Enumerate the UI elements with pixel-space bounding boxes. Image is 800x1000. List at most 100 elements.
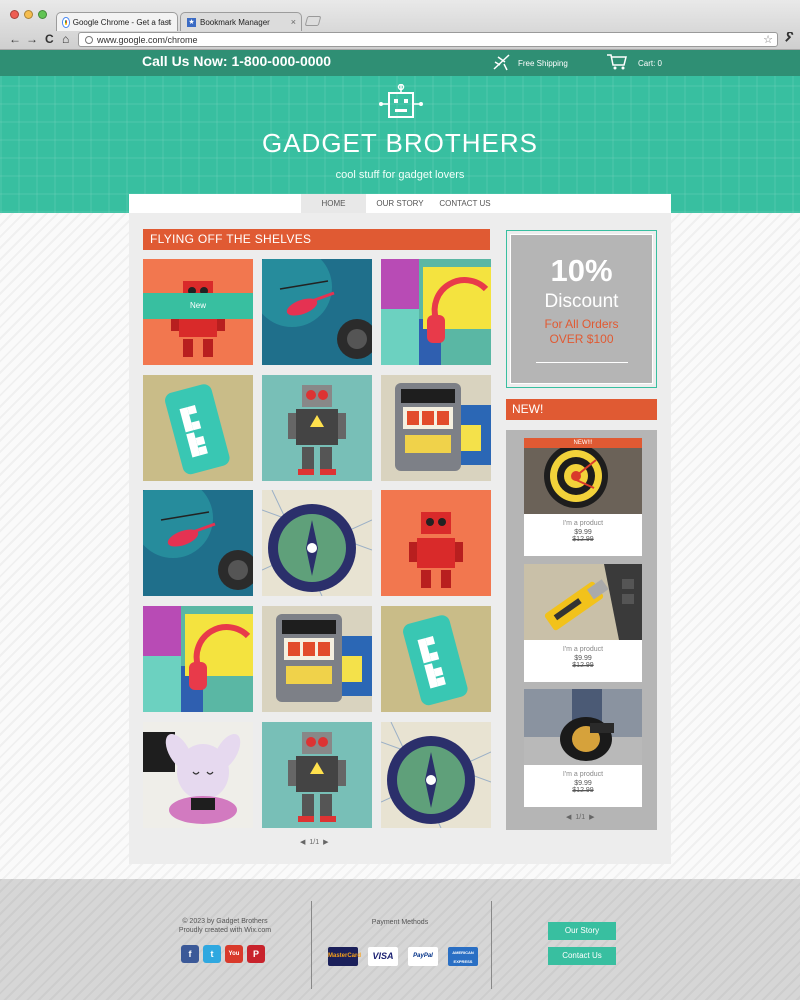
address-bar[interactable]: www.google.com/chrome ☆: [78, 32, 778, 47]
product-tile[interactable]: New: [143, 259, 253, 365]
tab-close-icon[interactable]: ×: [291, 17, 296, 27]
product-price: $9.99: [574, 780, 592, 787]
product-card[interactable]: I'm a product $9.99 $12.99: [524, 564, 642, 682]
product-old-price: $12.99: [572, 787, 594, 794]
product-old-price: $12.99: [572, 662, 594, 669]
bunny-figurine-image: [143, 722, 253, 828]
tab-bookmark-manager[interactable]: ★ Bookmark Manager ×: [180, 12, 302, 31]
page-indicator: 1/1: [309, 838, 320, 846]
prev-page-icon[interactable]: ◀: [566, 813, 571, 821]
pinterest-icon[interactable]: P: [247, 945, 265, 963]
product-tile[interactable]: [143, 606, 253, 712]
divider: [536, 362, 628, 363]
our-story-button[interactable]: Our Story: [548, 922, 616, 940]
copyright: © 2023 by Gadget Brothers Proudly create…: [150, 917, 300, 935]
product-tile[interactable]: [262, 490, 372, 596]
cart-icon: [606, 53, 628, 73]
product-tile[interactable]: [143, 490, 253, 596]
nav-item-our-story[interactable]: OUR STORY: [371, 194, 429, 213]
nav-item-home[interactable]: HOME: [301, 194, 366, 213]
site-footer: © 2023 by Gadget Brothers Proudly create…: [0, 879, 800, 1000]
window-controls: [10, 10, 47, 19]
bookmark-star-icon: ★: [187, 17, 196, 27]
product-name: I'm a product: [562, 520, 604, 527]
facebook-icon[interactable]: f: [181, 945, 199, 963]
gallery-pager: ◀ 1/1 ▶: [300, 838, 329, 847]
credit-text: Proudly created with Wix.com: [178, 927, 272, 934]
minimize-window-button[interactable]: [24, 10, 33, 19]
top-info-bar: Call Us Now: 1-800-000-0000 Free Shippin…: [0, 50, 800, 76]
product-tile[interactable]: [262, 606, 372, 712]
product-tile[interactable]: [262, 259, 372, 365]
product-price: $9.99: [574, 655, 592, 662]
amex-icon: AMERICAN EXPRESS: [448, 947, 478, 966]
product-name: I'm a product: [562, 646, 604, 653]
slot-machine-image: [262, 606, 372, 712]
product-tile[interactable]: [143, 722, 253, 828]
nav-item-contact-us[interactable]: CONTACT US: [434, 194, 496, 213]
product-tile[interactable]: [262, 722, 372, 828]
product-price: $9.99: [574, 529, 592, 536]
helicopter-image: [143, 490, 253, 596]
twitter-icon[interactable]: t: [203, 945, 221, 963]
product-tile[interactable]: [381, 490, 491, 596]
new-tab-button[interactable]: [304, 16, 322, 26]
copyright-text: © 2023 by Gadget Brothers: [182, 918, 268, 925]
discount-line-1: For All Orders: [544, 317, 619, 331]
forward-arrow-icon[interactable]: →: [26, 32, 38, 46]
new-section-title: NEW!: [506, 399, 657, 420]
zoom-window-button[interactable]: [38, 10, 47, 19]
reload-icon[interactable]: C: [45, 32, 54, 46]
tab-title: Bookmark Manager: [200, 17, 270, 27]
discount-line-2: OVER $100: [549, 332, 614, 346]
robot-logo-icon: [378, 83, 424, 124]
slot-machine-image: [381, 375, 491, 481]
new-badge: New: [143, 293, 253, 319]
product-tile[interactable]: [143, 375, 253, 481]
product-tile[interactable]: [381, 722, 491, 828]
product-card[interactable]: NEW!!! I'm a product $9.99 $12.99: [524, 438, 642, 556]
bookmark-star-icon[interactable]: ☆: [763, 33, 773, 46]
tab-title: Google Chrome - Get a fast: [72, 17, 171, 27]
youtube-icon[interactable]: You: [225, 945, 243, 963]
red-robot-image: [381, 490, 491, 596]
airplane-icon: [492, 53, 512, 73]
product-tile[interactable]: [381, 375, 491, 481]
product-card[interactable]: I'm a product $9.99 $12.99: [524, 689, 642, 807]
dartboard-image: [524, 438, 642, 514]
product-tile[interactable]: [381, 606, 491, 712]
product-tile[interactable]: [381, 259, 491, 365]
next-page-icon[interactable]: ▶: [323, 838, 328, 846]
social-links: f t You P: [181, 945, 265, 963]
site-title: GADGET BROTHERS: [261, 128, 538, 158]
contact-us-button[interactable]: Contact Us: [548, 947, 616, 965]
browser-toolbar: ← → C ⌂ www.google.com/chrome ☆: [0, 30, 800, 49]
compass-image: [381, 722, 491, 828]
next-page-icon[interactable]: ▶: [589, 813, 594, 821]
cart-count: Cart: 0: [638, 58, 663, 68]
divider: [311, 901, 312, 989]
prev-page-icon[interactable]: ◀: [300, 838, 305, 846]
discount-terms: For All Orders OVER $100: [511, 317, 652, 347]
product-old-price: $12.99: [572, 536, 594, 543]
page-indicator: 1/1: [575, 813, 586, 821]
tab-google-chrome[interactable]: Google Chrome - Get a fast ×: [56, 12, 178, 31]
helicopter-image: [262, 259, 372, 365]
discount-percent: 10%: [550, 253, 613, 288]
wrench-icon[interactable]: [784, 31, 795, 46]
shipping-label: Free Shipping: [518, 58, 568, 68]
headphones-image: [143, 606, 253, 712]
new-ribbon: NEW!!!: [524, 438, 642, 448]
home-icon[interactable]: ⌂: [62, 32, 69, 46]
phone-number: Call Us Now: 1-800-000-0000: [142, 53, 332, 69]
divider: [491, 901, 492, 989]
back-arrow-icon[interactable]: ←: [9, 32, 21, 46]
payment-title: Payment Methods: [371, 919, 429, 926]
close-window-button[interactable]: [10, 10, 19, 19]
cart-link[interactable]: Cart: 0: [606, 53, 662, 73]
product-tile[interactable]: [262, 375, 372, 481]
tin-robot-image: [262, 722, 372, 828]
discount-banner[interactable]: 10% Discount For All Orders OVER $100: [506, 230, 657, 388]
tab-close-icon[interactable]: ×: [167, 17, 172, 27]
browser-chrome: Google Chrome - Get a fast × ★ Bookmark …: [0, 0, 800, 50]
